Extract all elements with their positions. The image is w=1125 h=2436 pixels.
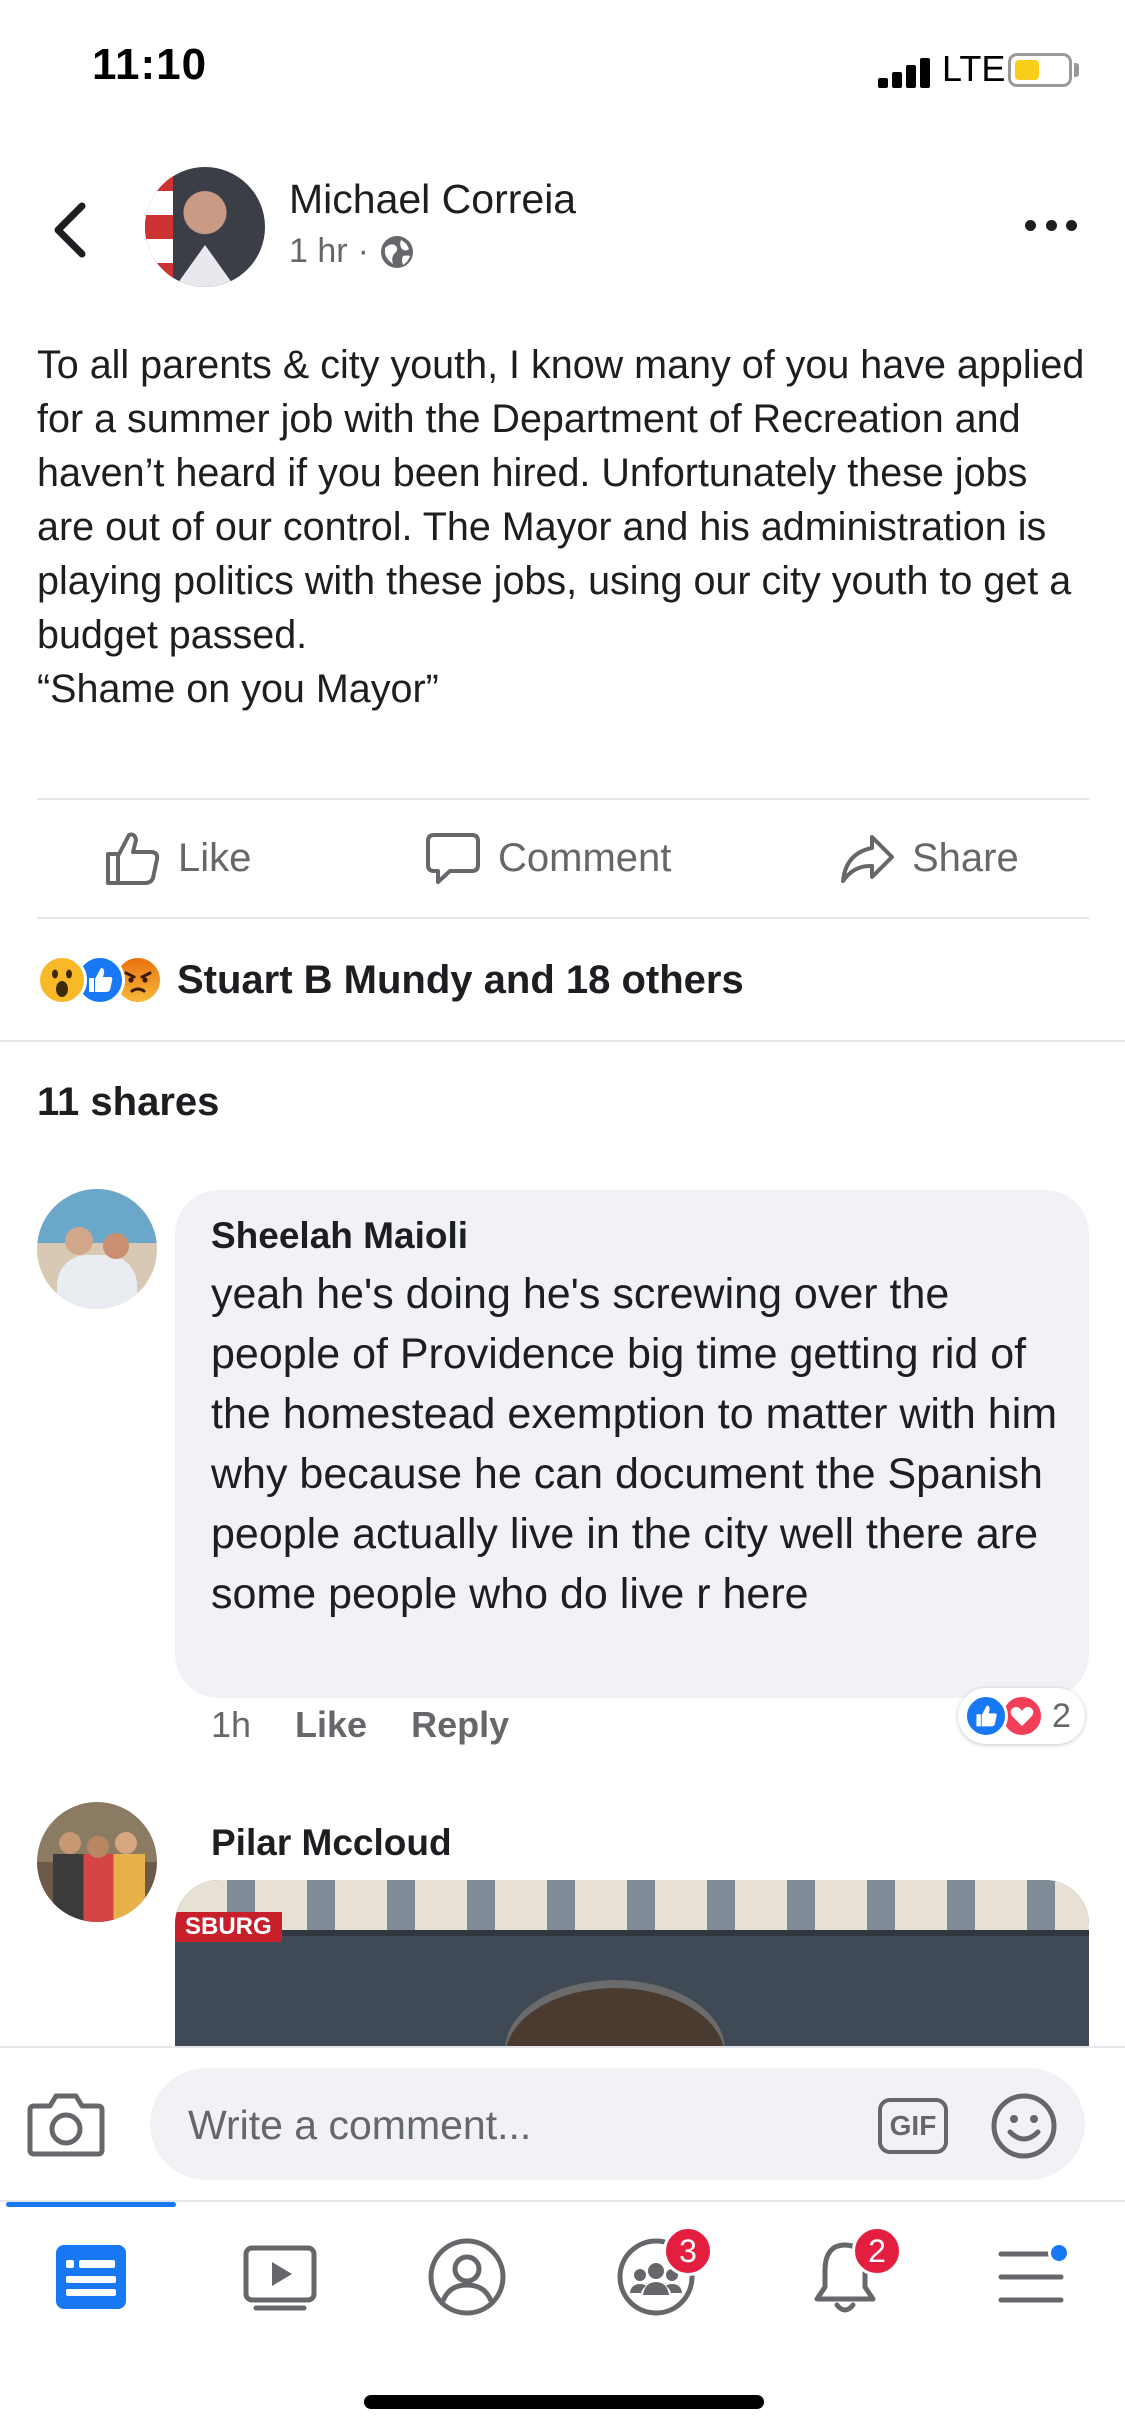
globe-icon	[380, 235, 413, 268]
wow-reaction-icon	[37, 955, 87, 1005]
network-type: LTE	[942, 48, 1006, 89]
comment-text: yeah he's doing he's screwing over the p…	[211, 1270, 1058, 1618]
like-label: Like	[178, 835, 252, 880]
back-chevron-icon[interactable]	[50, 200, 90, 260]
like-reaction-icon	[964, 1694, 1008, 1738]
thumbs-up-icon	[106, 832, 160, 885]
poster-avatar[interactable]	[145, 167, 265, 287]
comment-button[interactable]: Comment	[424, 828, 671, 888]
comment-input-placeholder: Write a comment...	[188, 2102, 532, 2148]
watch-video-icon	[243, 2245, 317, 2311]
share-label: Share	[912, 835, 1019, 880]
comment-actions: 1h Like Reply	[211, 1704, 509, 1746]
menu-notification-dot	[1048, 2242, 1070, 2264]
news-feed-icon	[56, 2245, 126, 2309]
poster-name[interactable]: Michael Correia	[289, 176, 576, 223]
commenter-avatar[interactable]	[37, 1802, 157, 1922]
battery-icon	[1008, 53, 1072, 87]
status-time: 11:10	[92, 40, 208, 89]
comment-reply-button[interactable]: Reply	[411, 1704, 509, 1746]
active-tab-indicator	[6, 2202, 176, 2207]
reactions-summary[interactable]: Stuart B Mundy and 18 others	[37, 952, 744, 1008]
notifications-badge: 2	[852, 2226, 902, 2276]
tab-bar: 3 2	[0, 2200, 1125, 2350]
tab-news-feed[interactable]	[46, 2232, 136, 2322]
profile-icon	[428, 2238, 506, 2316]
post-time[interactable]: 1 hr	[289, 232, 348, 271]
groups-badge: 3	[663, 2226, 713, 2276]
tab-profile[interactable]	[422, 2232, 512, 2322]
comment-image[interactable]: SBURG	[175, 1880, 1089, 2050]
status-bar: 11:10 LTE	[0, 0, 1125, 140]
news-tag: SBURG	[175, 1912, 282, 1942]
battery-nub	[1074, 63, 1079, 77]
comment-reactions[interactable]: 2	[958, 1688, 1085, 1744]
post-text: To all parents & city youth, I know many…	[37, 343, 1085, 711]
tab-groups[interactable]: 3	[611, 2226, 713, 2322]
home-indicator[interactable]	[364, 2395, 764, 2409]
divider	[0, 1040, 1125, 1042]
comment-input[interactable]: Write a comment... GIF	[150, 2068, 1085, 2180]
comment-time: 1h	[211, 1704, 252, 1745]
tab-menu[interactable]	[986, 2232, 1076, 2322]
divider	[37, 917, 1089, 919]
comment-bubble-icon	[426, 833, 480, 884]
post-meta: 1 hr ·	[289, 232, 415, 271]
share-arrow-icon	[841, 835, 894, 883]
tab-watch[interactable]	[235, 2232, 325, 2322]
commenter-name[interactable]: Pilar Mccloud	[211, 1822, 452, 1864]
meta-separator: ·	[357, 232, 369, 270]
gif-button[interactable]: GIF	[878, 2098, 948, 2154]
commenter-avatar[interactable]	[37, 1189, 157, 1309]
comment-label: Comment	[498, 835, 672, 880]
more-options-icon[interactable]	[1025, 215, 1077, 235]
comment-like-button[interactable]: Like	[295, 1704, 367, 1746]
commenter-name[interactable]: Sheelah Maioli	[211, 1215, 468, 1257]
camera-icon[interactable]	[26, 2090, 106, 2158]
comment-composer: Write a comment... GIF	[0, 2046, 1125, 2198]
like-button[interactable]: Like	[104, 828, 251, 888]
share-button[interactable]: Share	[838, 828, 1019, 888]
post-actions: Like Comment Share	[0, 800, 1125, 918]
comment-reaction-count: 2	[1052, 1696, 1071, 1735]
cellular-signal-icon	[878, 58, 934, 88]
shares-count[interactable]: 11 shares	[37, 1080, 219, 1125]
emoji-icon[interactable]	[990, 2092, 1058, 2160]
tab-notifications[interactable]: 2	[800, 2226, 902, 2322]
reactions-summary-text[interactable]: Stuart B Mundy and 18 others	[177, 958, 744, 1003]
